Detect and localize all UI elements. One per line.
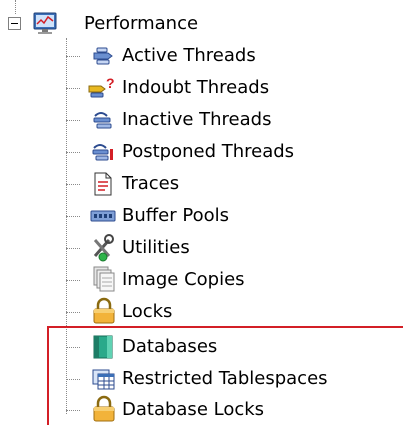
tree-connector <box>66 347 80 348</box>
image-copies-icon <box>92 265 116 292</box>
tree-connector <box>66 88 80 89</box>
tree-node-postponed-threads[interactable]: Postponed Threads <box>0 137 403 167</box>
tree-node-label: Indoubt Threads <box>122 77 270 98</box>
tree-node-databases[interactable]: Databases <box>0 332 403 362</box>
buffer-pool-icon <box>90 204 116 228</box>
tree-node-label: Traces <box>122 173 180 194</box>
tree-node-indoubt-threads[interactable]: ? Indoubt Threads <box>0 73 403 103</box>
tree-node-label: Postponed Threads <box>122 141 295 162</box>
svg-text:?: ? <box>106 76 115 91</box>
tree-node-active-threads[interactable]: Active Threads <box>0 41 403 71</box>
tablespace-icon <box>92 367 116 391</box>
active-threads-icon <box>91 44 115 68</box>
tree-node-traces[interactable]: Traces <box>0 169 403 199</box>
monitor-chart-icon <box>32 10 57 34</box>
database-icon <box>92 335 116 359</box>
tree-node-buffer-pools[interactable]: Buffer Pools <box>0 201 403 231</box>
tree-node-label: Locks <box>122 301 173 322</box>
tools-icon <box>91 234 115 262</box>
tree-node-performance[interactable]: Performance <box>0 9 403 39</box>
tree-node-utilities[interactable]: Utilities <box>0 233 403 263</box>
tree-connector <box>66 216 80 217</box>
tree-connector <box>66 184 80 185</box>
indoubt-threads-icon: ? <box>87 75 115 100</box>
tree-node-label: Utilities <box>122 237 190 258</box>
tree-node-label: Active Threads <box>122 45 256 66</box>
inactive-threads-icon <box>91 108 115 132</box>
tree-connector <box>66 120 80 121</box>
tree-connector <box>66 248 80 249</box>
tree-connector <box>66 56 80 57</box>
tree-node-locks[interactable]: Locks <box>0 297 403 327</box>
document-icon <box>93 172 117 196</box>
tree-node-label: Restricted Tablespaces <box>122 368 328 389</box>
tree-node-image-copies[interactable]: Image Copies <box>0 265 403 295</box>
tree-connector <box>66 410 80 411</box>
tree-node-label: Performance <box>84 13 199 34</box>
tree-node-label: Inactive Threads <box>122 109 272 130</box>
tree-node-label: Database Locks <box>122 399 265 420</box>
tree-node-label: Databases <box>122 336 218 357</box>
tree-connector <box>66 280 80 281</box>
tree-node-database-locks[interactable]: Database Locks <box>0 395 403 425</box>
performance-tree: Performance Active Threads ? Indoubt Thr… <box>0 0 403 425</box>
tree-connector <box>66 379 80 380</box>
collapse-toggle-icon[interactable] <box>8 17 21 30</box>
postponed-threads-icon <box>91 140 115 164</box>
lock-icon <box>92 297 116 324</box>
tree-node-inactive-threads[interactable]: Inactive Threads <box>0 105 403 135</box>
tree-connector <box>66 152 80 153</box>
tree-node-restricted-tablespaces[interactable]: Restricted Tablespaces <box>0 364 403 394</box>
tree-node-label: Image Copies <box>122 269 245 290</box>
tree-node-label: Buffer Pools <box>122 205 229 226</box>
tree-connector <box>66 312 80 313</box>
lock-icon <box>92 395 116 422</box>
